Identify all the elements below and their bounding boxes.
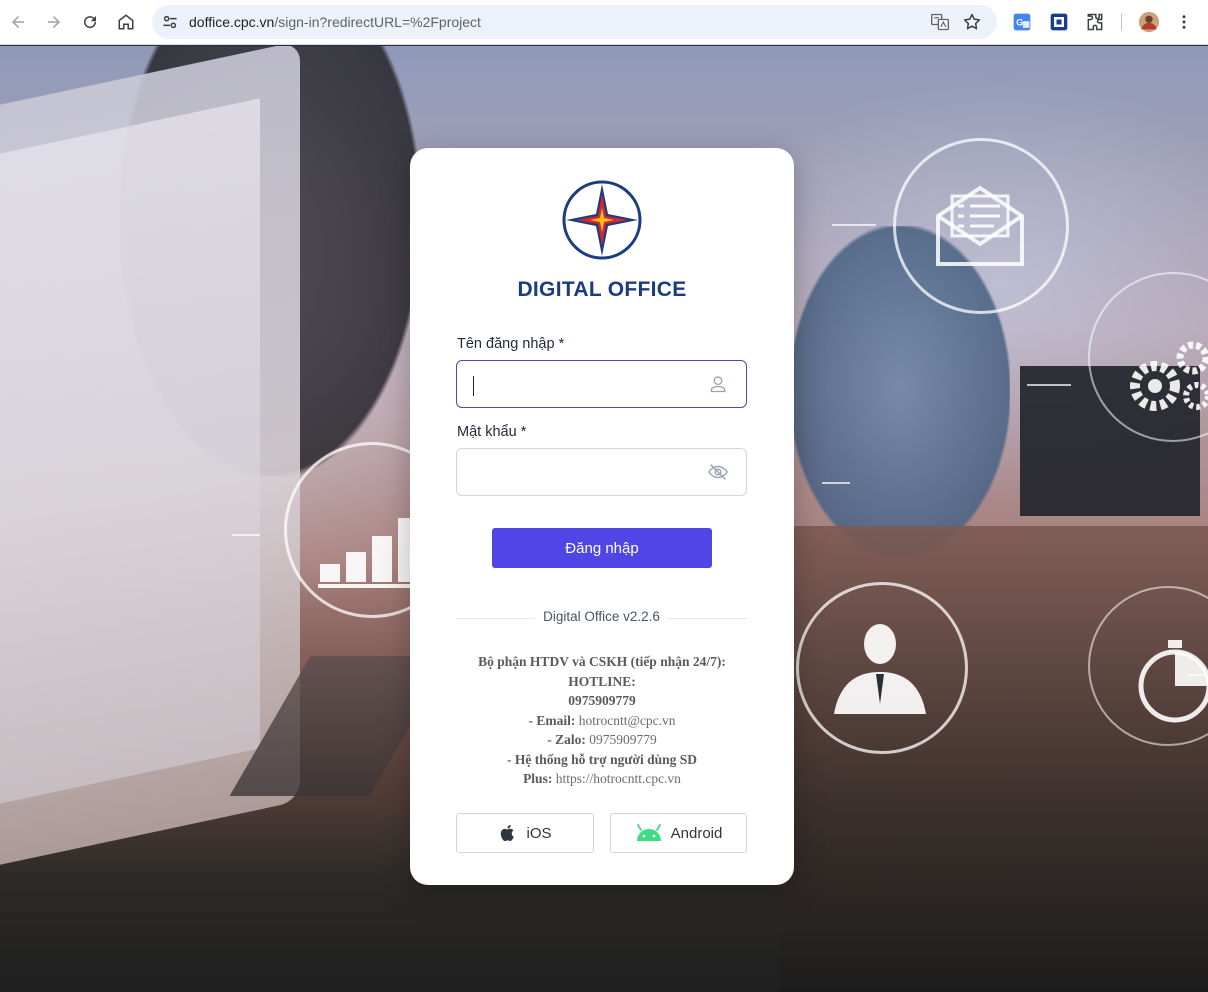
android-icon xyxy=(636,824,661,841)
hotline-number: 0975909779 xyxy=(568,693,636,708)
email-label: - Email: xyxy=(528,712,576,728)
extension-screenshot-icon[interactable] xyxy=(1047,10,1071,34)
password-input[interactable] xyxy=(456,448,747,496)
deco-connector xyxy=(832,224,876,226)
login-button[interactable]: Đăng nhập xyxy=(492,528,712,568)
profile-avatar[interactable] xyxy=(1137,10,1161,34)
deco-connector xyxy=(822,482,850,484)
android-app-button[interactable]: Android xyxy=(610,813,747,853)
password-label: Mật khẩu * xyxy=(457,424,527,440)
toolbar-separator xyxy=(1121,13,1122,31)
username-label: Tên đăng nhập * xyxy=(457,336,565,352)
hotline-label: HOTLINE: xyxy=(568,673,636,689)
ios-label: iOS xyxy=(526,824,552,842)
gears-icon xyxy=(1130,341,1208,411)
site-settings-icon[interactable] xyxy=(160,12,180,32)
eye-off-icon[interactable] xyxy=(706,460,730,484)
stopwatch-icon xyxy=(1138,640,1208,723)
back-icon[interactable] xyxy=(4,8,32,36)
apple-icon xyxy=(501,824,515,842)
address-bar[interactable]: doffice.cpc.vn/sign-in?redirectURL=%2Fpr… xyxy=(152,5,997,39)
support-dept: Bộ phận HTDV và CSKH (tiếp nhận 24/7): xyxy=(478,654,726,669)
extension-translate-icon[interactable]: G xyxy=(1010,10,1034,34)
deco-connector xyxy=(1188,674,1208,676)
svg-text:G: G xyxy=(1016,17,1023,27)
home-icon[interactable] xyxy=(112,8,140,36)
user-icon xyxy=(706,372,730,396)
email-value: hotrocntt@cpc.vn xyxy=(578,712,676,728)
ios-app-button[interactable]: iOS xyxy=(456,813,594,853)
plus-value: https://hotrocntt.cpc.vn xyxy=(555,771,681,786)
plus-label: Plus: xyxy=(523,771,553,786)
support-system-label: - Hệ thống hỗ trợ người dùng SD xyxy=(507,751,697,767)
support-info: Bộ phận HTDV và CSKH (tiếp nhận 24/7): H… xyxy=(450,652,754,789)
username-input[interactable] xyxy=(456,360,747,408)
deco-connector xyxy=(232,534,260,536)
deco-connector xyxy=(1027,384,1071,386)
version-divider: Digital Office v2.2.6 xyxy=(456,608,747,628)
extensions-puzzle-icon[interactable] xyxy=(1083,10,1107,34)
brand-title: DIGITAL OFFICE xyxy=(517,278,687,301)
zalo-value: 0975909779 xyxy=(589,732,657,747)
android-label: Android xyxy=(670,824,723,842)
bar-chart-icon xyxy=(318,518,418,588)
bookmark-star-icon[interactable] xyxy=(961,11,983,33)
url-text: doffice.cpc.vn/sign-in?redirectURL=%2Fpr… xyxy=(189,14,481,30)
background-laptop-screen xyxy=(0,98,260,804)
business-person-icon xyxy=(834,624,926,714)
zalo-label: - Zalo: xyxy=(547,732,586,747)
mail-checklist-icon xyxy=(936,185,1024,266)
version-text: Digital Office v2.2.6 xyxy=(535,609,668,624)
forward-icon[interactable] xyxy=(40,8,68,36)
reload-icon[interactable] xyxy=(76,8,104,36)
translate-icon[interactable] xyxy=(929,11,951,33)
browser-toolbar: doffice.cpc.vn/sign-in?redirectURL=%2Fpr… xyxy=(0,0,1208,45)
text-caret xyxy=(473,376,474,396)
login-card: DIGITAL OFFICE Tên đăng nhập * Mật khẩu … xyxy=(410,148,794,885)
evn-logo xyxy=(562,180,642,260)
menu-kebab-icon[interactable] xyxy=(1172,10,1196,34)
